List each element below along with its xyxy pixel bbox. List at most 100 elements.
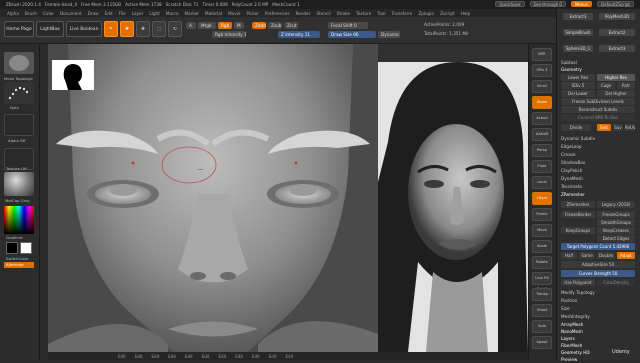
right-tool-actual[interactable]: Actual xyxy=(532,112,552,125)
zsub-toggle[interactable]: Zsub xyxy=(268,22,282,29)
dynamic-subdiv-header[interactable]: Dynamic Subdiv xyxy=(561,135,635,142)
higher-res-button[interactable]: Higher Res xyxy=(597,74,635,81)
curves-strength-slider[interactable]: Curves Strength 50 xyxy=(561,270,635,277)
right-tool-bpr[interactable]: BPR xyxy=(532,48,552,61)
m-toggle[interactable]: M xyxy=(234,22,244,29)
right-tool-floor[interactable]: Floor xyxy=(532,160,552,173)
menu-edit[interactable]: Edit xyxy=(105,11,113,16)
bottom-shelf-item[interactable]: Edit xyxy=(219,354,227,359)
meshintegrity-header[interactable]: MeshIntegrity xyxy=(561,313,635,320)
switch-color-button[interactable]: SwitchColor xyxy=(6,256,28,261)
right-tool-spix-3[interactable]: SPix 3 xyxy=(532,64,552,77)
menu-marker[interactable]: Marker xyxy=(185,11,199,16)
home-page-button[interactable]: Home Page xyxy=(4,21,34,37)
zadd-toggle[interactable]: Zadd xyxy=(252,22,266,29)
bottom-shelf-item[interactable]: Edit xyxy=(286,354,294,359)
subtool-thumb-extract2[interactable]: Extract2 xyxy=(599,29,635,36)
lower-res-button[interactable]: Lower Res xyxy=(561,74,595,81)
adaptive-size-slider[interactable]: AdaptiveSize 50 xyxy=(561,261,635,268)
bottom-shelf-item[interactable]: Edit xyxy=(202,354,210,359)
color-picker[interactable] xyxy=(4,206,34,234)
stroke-thumbnail[interactable] xyxy=(4,82,34,104)
right-tool-rotate[interactable]: Rotate xyxy=(532,256,552,269)
reference-silhouette-thumbnail[interactable] xyxy=(52,60,94,90)
zremesher-header[interactable]: ZRemesher xyxy=(561,191,635,198)
menu-layer[interactable]: Layer xyxy=(132,11,144,16)
keep-groups-button[interactable]: KeepGroups xyxy=(561,227,595,234)
edgeloop-header[interactable]: EdgeLoop xyxy=(561,143,635,150)
cage-button[interactable]: Cage xyxy=(597,82,615,89)
right-tool-persp[interactable]: Persp xyxy=(532,144,552,157)
subtool-thumb-extract3[interactable]: Extract3 xyxy=(563,13,593,20)
adapt-toggle[interactable]: Adapt xyxy=(617,252,635,259)
shadowbox-header[interactable]: ShadowBox xyxy=(561,159,635,166)
menu-material[interactable]: Material xyxy=(205,11,222,16)
menu-stencil[interactable]: Stencil xyxy=(316,11,330,16)
subtool-thumb-polymesh3d[interactable]: PolyMesh3D xyxy=(599,13,635,20)
menus-button[interactable]: Menus xyxy=(570,1,593,7)
draw-button[interactable]: ✚ xyxy=(120,21,134,37)
zremesher-button[interactable]: ZRemesher xyxy=(561,201,595,208)
tessimate-header[interactable]: Tessimate xyxy=(561,183,635,190)
edit-button[interactable]: ✎ xyxy=(104,21,118,37)
same-button[interactable]: Same xyxy=(579,252,595,259)
target-polygons-slider[interactable]: Target Polygons Count 5.42906 xyxy=(561,243,635,250)
menu-brush[interactable]: Brush xyxy=(25,11,37,16)
right-tool-local[interactable]: Local xyxy=(532,176,552,189)
subtool-thumb-simplebrush[interactable]: SimpleBrush xyxy=(563,29,593,36)
reuv-toggle[interactable]: ReUV xyxy=(625,124,635,131)
secondary-color-swatch[interactable] xyxy=(20,242,32,254)
use-polypaint-button[interactable]: Use Polypaint xyxy=(561,279,595,286)
convert-bpr-button[interactable]: Convert BPR To Geo xyxy=(561,114,635,121)
crease-header[interactable]: Crease xyxy=(561,151,635,158)
arraymesh-header[interactable]: ArrayMesh xyxy=(561,321,635,328)
scale-button[interactable]: ⬚ xyxy=(152,21,166,37)
right-tool-frame[interactable]: Frame xyxy=(532,208,552,221)
bottom-shelf-item[interactable]: Edit xyxy=(168,354,176,359)
fibermesh-header[interactable]: FiberMesh xyxy=(561,342,635,349)
geometry-header[interactable]: Geometry xyxy=(561,66,635,73)
color-density-slider[interactable]: ColorDensity xyxy=(597,279,635,286)
live-boolean-button[interactable]: Live Boolean xyxy=(66,21,102,37)
main-color-swatch[interactable] xyxy=(6,242,18,254)
dynamic-toggle[interactable]: Dynamic xyxy=(378,31,400,38)
mrgb-toggle[interactable]: Mrgb xyxy=(198,22,216,29)
nanomesh-header[interactable]: NanoMesh xyxy=(561,328,635,335)
menu-alpha[interactable]: Alpha xyxy=(7,11,19,16)
position-header[interactable]: Position xyxy=(561,297,635,304)
bottom-shelf-item[interactable]: Edit xyxy=(252,354,260,359)
freeze-groups-button[interactable]: FreezeGroups xyxy=(597,211,635,218)
rstr-button[interactable]: Rstr xyxy=(617,82,635,89)
half-button[interactable]: Half xyxy=(561,252,577,259)
subtool-thumb-extract3b[interactable]: Extract3 xyxy=(599,45,635,52)
menu-movie[interactable]: Movie xyxy=(228,11,240,16)
menu-document[interactable]: Document xyxy=(60,11,82,16)
rgb-toggle[interactable]: Rgb xyxy=(218,22,232,29)
alpha-thumbnail[interactable] xyxy=(4,114,34,136)
zcut-toggle[interactable]: Zcut xyxy=(284,22,298,29)
menu-light[interactable]: Light xyxy=(149,11,159,16)
bottom-shelf-item[interactable]: Edit xyxy=(269,354,277,359)
menu-macro[interactable]: Macro xyxy=(166,11,179,16)
claypolish-header[interactable]: ClayPolish xyxy=(561,167,635,174)
right-tool-scroll[interactable]: Scroll xyxy=(532,80,552,93)
quicksave-button[interactable]: QuickSave xyxy=(495,1,525,7)
smt-toggle[interactable]: Smt xyxy=(597,124,611,131)
modify-topology-header[interactable]: Modify Topology xyxy=(561,289,635,296)
menu-tool[interactable]: Tool xyxy=(377,11,385,16)
bottom-shelf-item[interactable]: Edit xyxy=(118,354,126,359)
menu-picker[interactable]: Picker xyxy=(246,11,258,16)
detect-edges-button[interactable]: Detect Edges xyxy=(597,235,635,242)
keep-creases-button[interactable]: KeepCreases xyxy=(597,227,635,234)
right-tool-aahalf[interactable]: AAHalf xyxy=(532,128,552,141)
suv-toggle[interactable]: Suv xyxy=(613,124,623,131)
right-tool-line-fill-polyf[interactable]: Line Fill PolyF xyxy=(532,272,552,291)
bottom-shelf-item[interactable]: Edit xyxy=(235,354,243,359)
del-lower-button[interactable]: Del Lower xyxy=(561,90,595,97)
menu-color[interactable]: Color xyxy=(43,11,54,16)
menu-stroke[interactable]: Stroke xyxy=(337,11,350,16)
right-tool-ghost[interactable]: Ghost xyxy=(532,304,552,317)
right-tool-zoom[interactable]: Zoom xyxy=(532,96,552,109)
layers-header[interactable]: Layers xyxy=(561,335,635,342)
focal-shift-slider[interactable]: Focal Shift 0 xyxy=(328,22,368,29)
